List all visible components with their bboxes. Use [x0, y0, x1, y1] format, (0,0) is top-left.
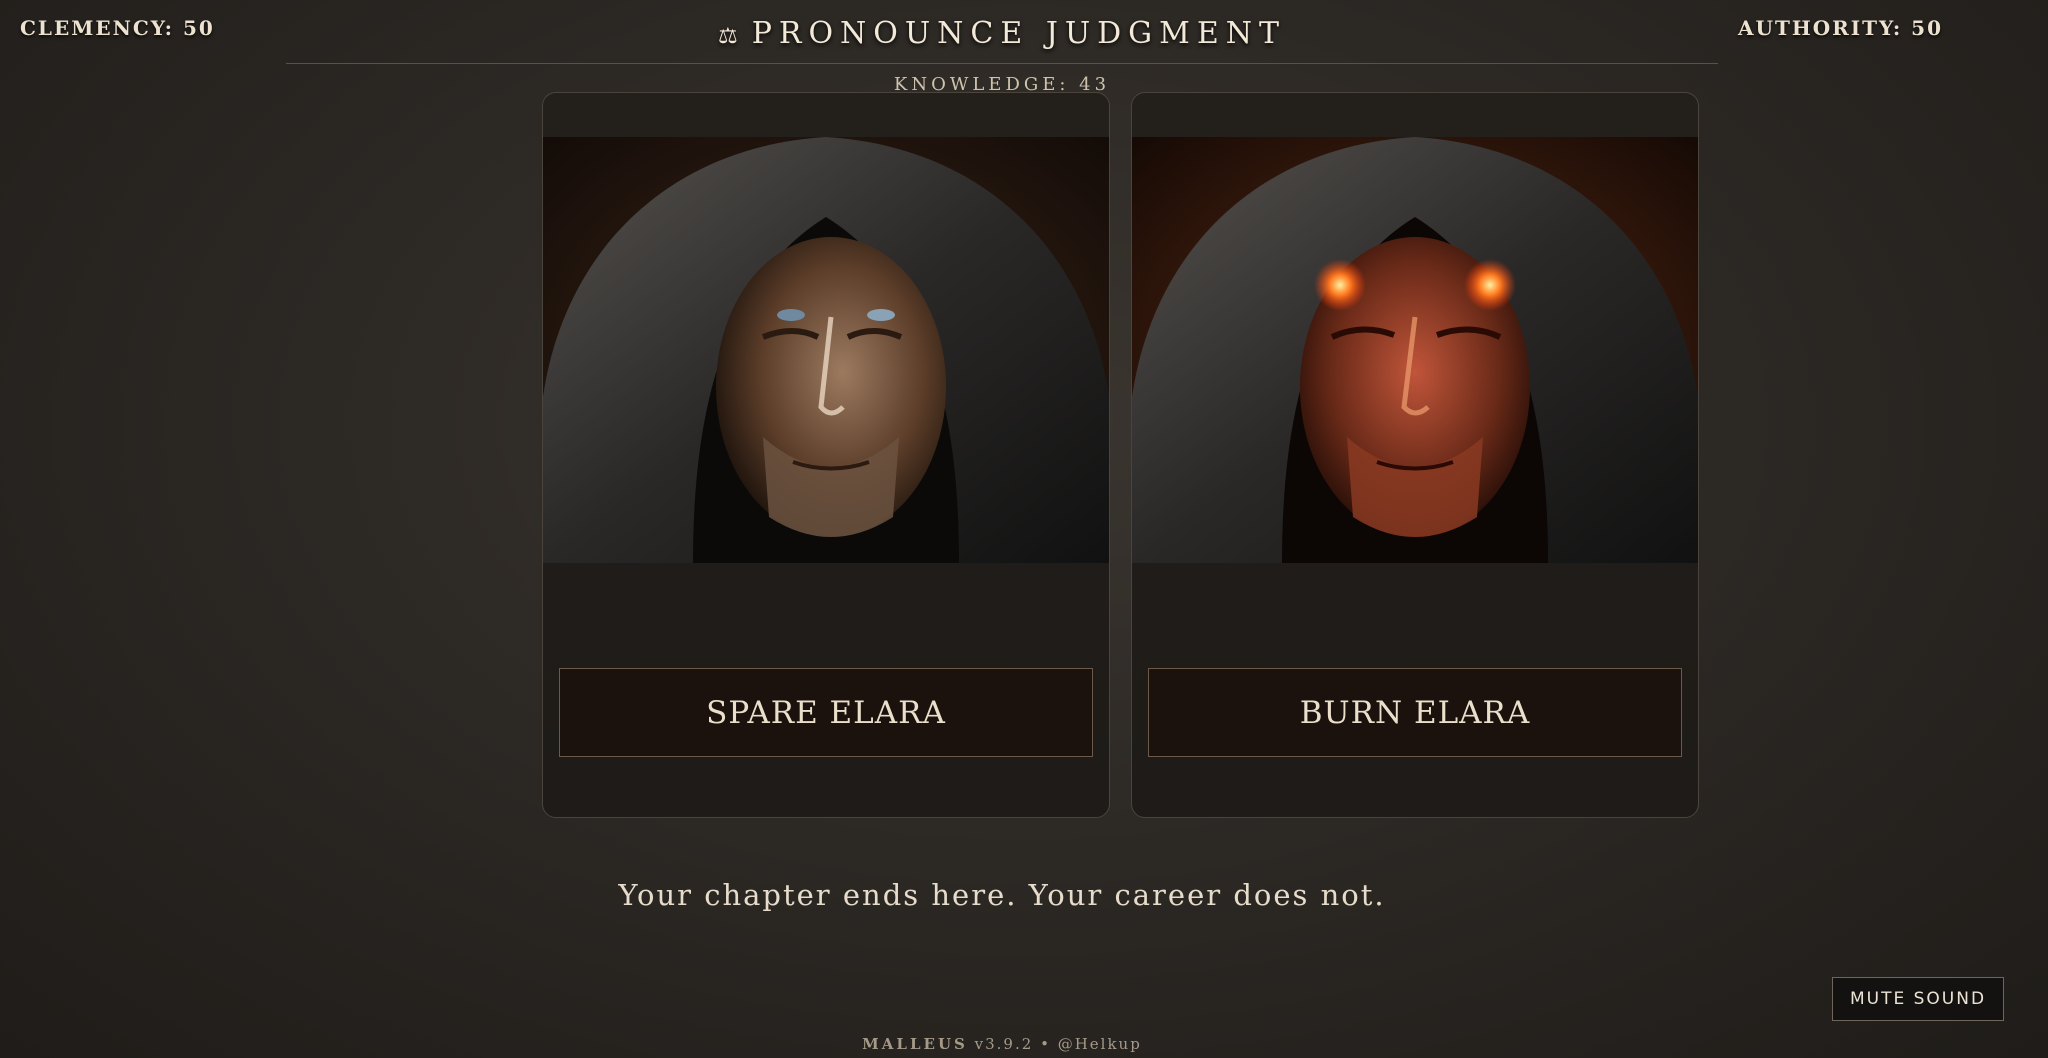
footer-version: v3.9.2	[974, 1035, 1034, 1053]
choice-card-burn: BURN ELARA	[1131, 92, 1699, 818]
hooded-man-glowing-eyes-portrait	[1132, 137, 1698, 563]
page-title: ⚖ PRONOUNCE JUDGMENT	[0, 16, 2004, 51]
choice-card-spare: SPARE ELARA	[542, 92, 1110, 818]
scales-icon: ⚖	[717, 24, 738, 49]
mute-sound-button[interactable]: MUTE SOUND	[1832, 977, 2004, 1021]
footer-brand: MALLEUS	[862, 1035, 968, 1053]
spare-elara-button[interactable]: SPARE ELARA	[559, 668, 1093, 757]
footer-separator: •	[1040, 1035, 1051, 1053]
burn-elara-button[interactable]: BURN ELARA	[1148, 668, 1682, 757]
page-title-text: PRONOUNCE JUDGMENT	[751, 16, 1287, 51]
hooded-man-portrait	[543, 137, 1109, 563]
title-divider	[286, 63, 1718, 64]
verdict-text: Your chapter ends here. Your career does…	[618, 878, 1386, 912]
footer-handle[interactable]: @Helkup	[1058, 1035, 1142, 1053]
footer: MALLEUS v3.9.2 • @Helkup	[0, 1035, 2004, 1053]
